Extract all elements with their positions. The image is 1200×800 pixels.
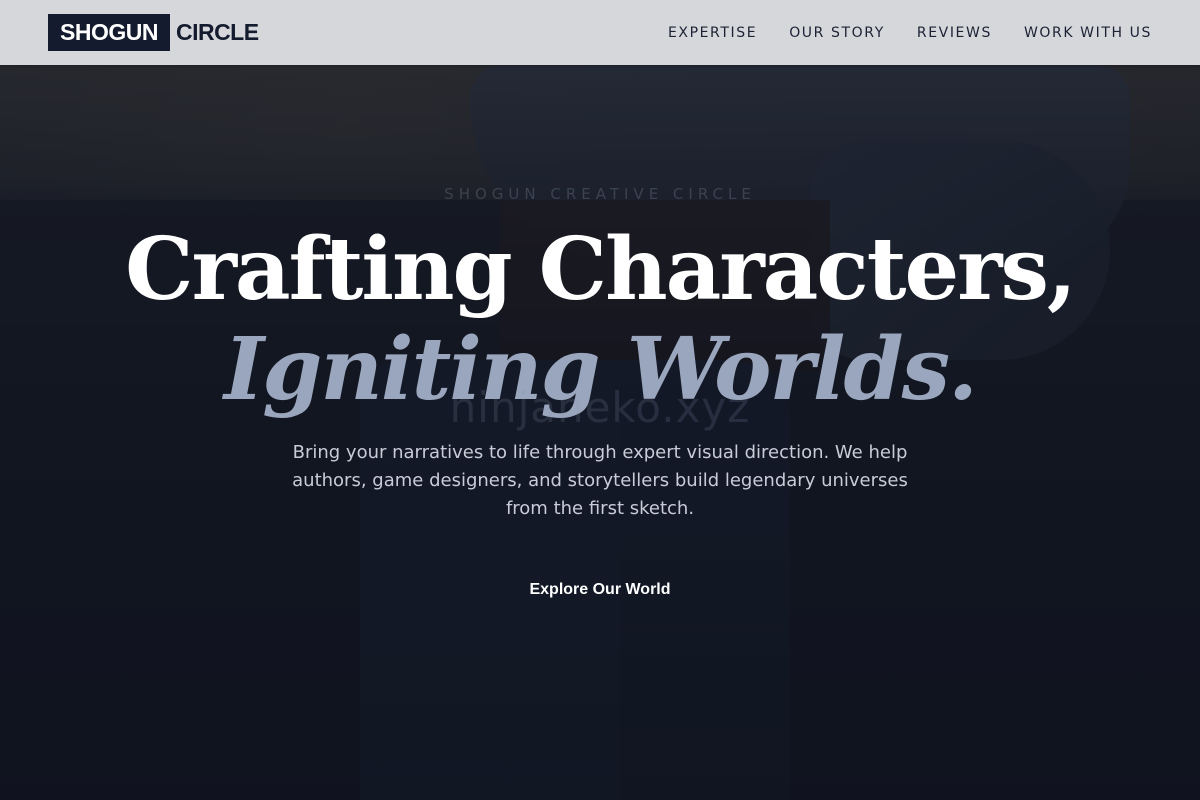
- nav-link-reviews[interactable]: REVIEWS: [917, 25, 992, 41]
- hero-section: SHOGUN CREATIVE CIRCLE Crafting Characte…: [0, 65, 1200, 800]
- explore-world-button[interactable]: Explore Our World: [500, 573, 700, 607]
- watermark-text: ninjaneko.xyz: [449, 383, 751, 432]
- hero-eyebrow: SHOGUN CREATIVE CIRCLE: [444, 185, 756, 203]
- logo-text: CIRCLE: [175, 19, 259, 45]
- nav-link-our-story[interactable]: OUR STORY: [789, 25, 885, 41]
- nav-link-work-with-us[interactable]: WORK WITH US: [1024, 25, 1152, 41]
- hero-subtext: Bring your narratives to life through ex…: [292, 442, 908, 519]
- site-header: SHOGUN CIRCLE EXPERTISE OUR STORY REVIEW…: [0, 0, 1200, 65]
- nav-link-expertise[interactable]: EXPERTISE: [668, 25, 757, 41]
- main-nav: EXPERTISE OUR STORY REVIEWS WORK WITH US: [668, 25, 1152, 41]
- logo[interactable]: SHOGUN CIRCLE: [48, 14, 259, 51]
- logo-box-text: SHOGUN: [48, 14, 170, 51]
- hero-headline-line-1: Crafting Characters,: [125, 219, 1077, 320]
